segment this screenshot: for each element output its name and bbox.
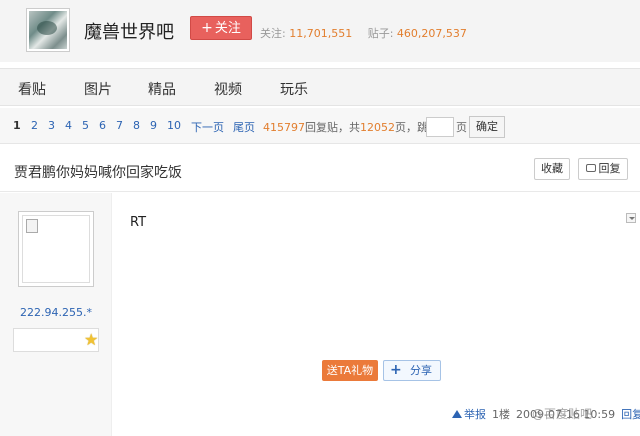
reply-suffix: 回复贴，共: [305, 121, 360, 134]
avatar[interactable]: [18, 211, 94, 287]
forum-logo[interactable]: [26, 8, 70, 52]
send-gift-button[interactable]: 送TA礼物: [322, 360, 378, 381]
author-level-box: ★: [13, 328, 99, 352]
thread-title-bar: 贾君鹏你妈妈喊你回家吃饭 收藏 回复: [0, 148, 640, 192]
forum-stats: 关注: 11,701,551 贴子: 460,207,537: [260, 25, 479, 41]
page-4[interactable]: 4: [65, 119, 72, 132]
page-9[interactable]: 9: [150, 119, 157, 132]
nav-tab-fun[interactable]: 玩乐: [280, 79, 308, 99]
pager-stats: 415797回复贴，共12052页，跳到: [263, 119, 439, 135]
nav-tab-images[interactable]: 图片: [84, 79, 112, 99]
post-menu-dropdown[interactable]: [626, 213, 636, 223]
jump-page-input[interactable]: [426, 117, 454, 137]
share-button-label: 分享: [410, 364, 432, 377]
follow-button-label: 关注: [214, 21, 241, 36]
report-icon: [452, 410, 462, 418]
thread-title: 贾君鹏你妈妈喊你回家吃饭: [14, 165, 182, 181]
posts-count: 460,207,537: [396, 27, 467, 40]
forum-logo-image: [29, 11, 67, 49]
followers-label: 关注:: [260, 27, 286, 40]
floor-number: 1楼: [492, 408, 510, 421]
plus-icon: +: [390, 362, 402, 378]
reply-button[interactable]: 回复: [578, 158, 628, 180]
confirm-jump-button[interactable]: 确定: [469, 116, 505, 138]
reply-count: 415797: [263, 121, 305, 134]
forum-header: 魔兽世界吧 + 关注 关注: 11,701,551 贴子: 460,207,537: [0, 0, 640, 62]
share-button[interactable]: + 分享: [383, 360, 441, 381]
page-10[interactable]: 10: [167, 119, 181, 132]
last-page-link[interactable]: 尾页: [233, 119, 255, 135]
pagination-bar: 1 2 3 4 5 6 7 8 9 10 下一页 尾页 415797回复贴，共1…: [0, 108, 640, 144]
nav-tab-posts[interactable]: 看贴: [18, 79, 46, 99]
page-5[interactable]: 5: [82, 119, 89, 132]
star-icon: ★: [84, 330, 99, 349]
page-1: 1: [13, 119, 21, 132]
comment-icon: [585, 164, 596, 172]
report-link[interactable]: 举报: [464, 408, 486, 421]
watermark: @百度贴吧: [532, 407, 593, 421]
favorite-button[interactable]: 收藏: [534, 158, 570, 180]
nav-tab-videos[interactable]: 视频: [214, 79, 242, 99]
avatar-image: [22, 215, 90, 283]
next-page-link[interactable]: 下一页: [191, 119, 224, 135]
forum-nav: 看贴 图片 精品 视频 玩乐: [0, 68, 640, 106]
page-6[interactable]: 6: [99, 119, 106, 132]
page-7[interactable]: 7: [116, 119, 123, 132]
post-reply-link[interactable]: 回复: [621, 408, 640, 421]
follow-button[interactable]: + 关注: [190, 16, 252, 40]
post-floor-1: 222.94.255.* ★ RT 送TA礼物 + 分享 举报 1楼 2009-07-…: [0, 193, 640, 436]
reply-button-label: 回复: [598, 162, 621, 175]
plus-icon: +: [201, 20, 213, 36]
author-panel: 222.94.255.* ★: [0, 193, 112, 436]
page-unit: 页: [456, 121, 467, 134]
nav-tab-featured[interactable]: 精品: [148, 79, 176, 99]
forum-name[interactable]: 魔兽世界吧: [84, 18, 174, 44]
page-8[interactable]: 8: [133, 119, 140, 132]
followers-count: 11,701,551: [289, 27, 353, 40]
posts-label: 贴子:: [367, 27, 394, 40]
page-3[interactable]: 3: [48, 119, 55, 132]
broken-image-icon: [26, 219, 38, 233]
page-2[interactable]: 2: [31, 119, 38, 132]
post-content: RT: [130, 215, 147, 230]
total-pages: 12052: [360, 121, 395, 134]
author-ip[interactable]: 222.94.255.*: [0, 306, 112, 319]
